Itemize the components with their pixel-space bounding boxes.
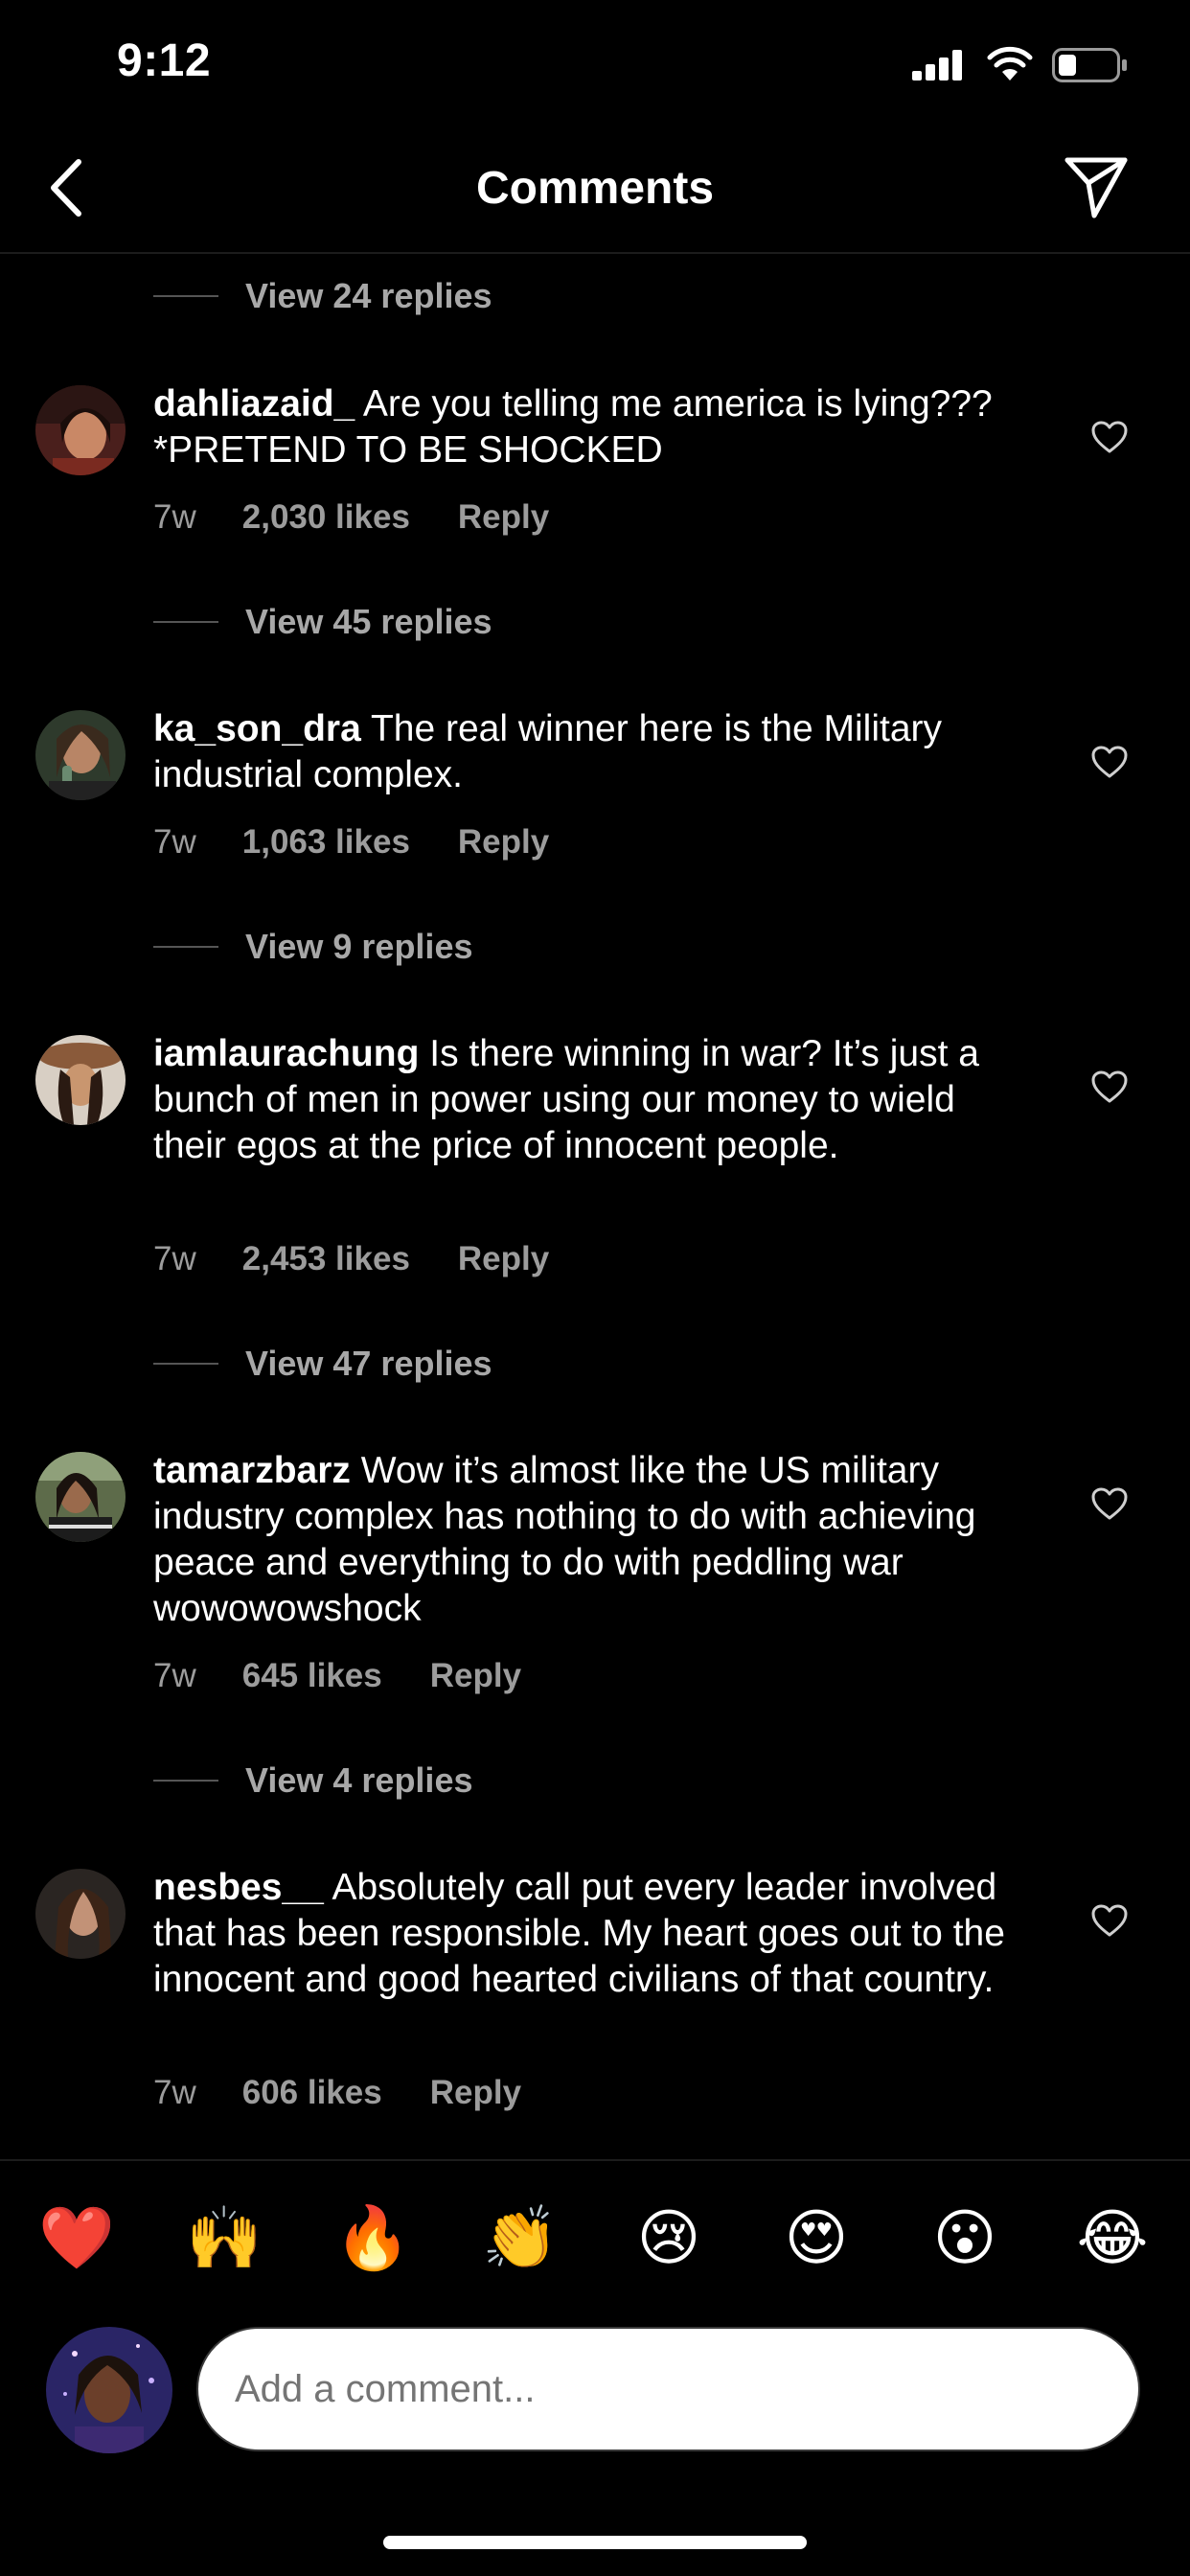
comment-likes[interactable]: 2,030 likes: [242, 498, 410, 537]
comment-likes[interactable]: 645 likes: [242, 1657, 382, 1695]
comment-username[interactable]: dahliazaid_: [153, 383, 355, 425]
emoji-fire-button[interactable]: 🔥: [334, 2199, 411, 2276]
reply-button[interactable]: Reply: [458, 498, 549, 537]
avatar[interactable]: [35, 1452, 126, 1542]
view-replies-link[interactable]: View 4 replies: [153, 1760, 472, 1801]
emoji-raised-hands-button[interactable]: 🙌: [186, 2199, 263, 2276]
comment-age: 7w: [153, 1657, 196, 1694]
divider-line: [153, 946, 218, 948]
emoji-crying-button[interactable]: 😢: [630, 2199, 707, 2276]
view-replies-label: View 24 replies: [245, 276, 492, 315]
avatar[interactable]: [35, 710, 126, 800]
status-bar: 9:12: [0, 0, 1190, 129]
view-replies-label: View 4 replies: [245, 1760, 473, 1800]
comment-text: nesbes__ Absolutely call put every leade…: [153, 1865, 1035, 2003]
comment-age: 7w: [153, 2074, 196, 2111]
emoji-clap-button[interactable]: 👏: [482, 2199, 559, 2276]
comment-likes[interactable]: 1,063 likes: [242, 823, 410, 862]
page-title: Comments: [475, 163, 715, 214]
comment-age: 7w: [153, 823, 196, 861]
view-replies-link[interactable]: View 45 replies: [153, 602, 492, 642]
divider-line: [153, 1780, 218, 1782]
comment-username[interactable]: nesbes__: [153, 1867, 324, 1908]
avatar[interactable]: [35, 1035, 126, 1125]
avatar[interactable]: [35, 385, 126, 475]
wifi-icon: [987, 46, 1033, 80]
view-replies-label: View 9 replies: [245, 927, 473, 966]
comment-text: dahliazaid_ Are you telling me america i…: [153, 381, 1035, 473]
comment-meta: 7w 645 likes Reply: [153, 1657, 521, 1695]
comment-text: ka_son_dra The real winner here is the M…: [153, 706, 1035, 798]
comment-text: iamlaurachung Is there winning in war? I…: [153, 1031, 1035, 1169]
emoji-quick-bar: ❤️ 🙌 🔥 👏 😢 😍 😮 😂: [0, 2199, 1190, 2276]
view-replies-label: View 47 replies: [245, 1344, 492, 1383]
divider-line: [153, 621, 218, 623]
reply-button[interactable]: Reply: [458, 1240, 549, 1278]
comment-meta: 7w 606 likes Reply: [153, 2074, 521, 2112]
comment-meta: 7w 2,030 likes Reply: [153, 498, 549, 537]
cellular-signal-icon: [912, 50, 964, 80]
like-heart-icon[interactable]: [1090, 745, 1129, 779]
home-indicator[interactable]: [383, 2536, 807, 2549]
emoji-heart-button[interactable]: ❤️: [38, 2199, 115, 2276]
like-heart-icon[interactable]: [1090, 1486, 1129, 1521]
share-button[interactable]: [1064, 154, 1129, 219]
reply-button[interactable]: Reply: [430, 1657, 521, 1695]
comment-meta: 7w 1,063 likes Reply: [153, 823, 549, 862]
view-replies-link[interactable]: View 24 replies: [153, 276, 492, 316]
comment-likes[interactable]: 2,453 likes: [242, 1240, 410, 1278]
emoji-heart-eyes-button[interactable]: 😍: [778, 2199, 855, 2276]
emoji-laughing-button[interactable]: 😂: [1074, 2199, 1151, 2276]
comment-input[interactable]: [196, 2327, 1140, 2451]
divider-line: [153, 295, 218, 297]
battery-icon: [1052, 48, 1127, 82]
avatar[interactable]: [35, 1869, 126, 1959]
comment-likes[interactable]: 606 likes: [242, 2074, 382, 2112]
like-heart-icon[interactable]: [1090, 1903, 1129, 1938]
comment-username[interactable]: iamlaurachung: [153, 1033, 419, 1074]
composer-divider: [0, 2159, 1190, 2161]
like-heart-icon[interactable]: [1090, 1070, 1129, 1104]
divider-line: [153, 1363, 218, 1365]
header: Comments: [0, 129, 1190, 254]
comment-age: 7w: [153, 1240, 196, 1277]
comment-meta: 7w 2,453 likes Reply: [153, 1240, 549, 1278]
view-replies-link[interactable]: View 9 replies: [153, 927, 472, 967]
comment-username[interactable]: ka_son_dra: [153, 708, 361, 749]
status-time: 9:12: [117, 35, 212, 86]
emoji-surprised-button[interactable]: 😮: [927, 2199, 1003, 2276]
comment-username[interactable]: tamarzbarz: [153, 1450, 351, 1491]
reply-button[interactable]: Reply: [430, 2074, 521, 2112]
view-replies-link[interactable]: View 47 replies: [153, 1344, 492, 1384]
comment-age: 7w: [153, 498, 196, 536]
comment-text: tamarzbarz Wow it’s almost like the US m…: [153, 1448, 1035, 1632]
reply-button[interactable]: Reply: [458, 823, 549, 862]
like-heart-icon[interactable]: [1090, 420, 1129, 454]
view-replies-label: View 45 replies: [245, 602, 492, 641]
current-user-avatar: [46, 2327, 172, 2453]
